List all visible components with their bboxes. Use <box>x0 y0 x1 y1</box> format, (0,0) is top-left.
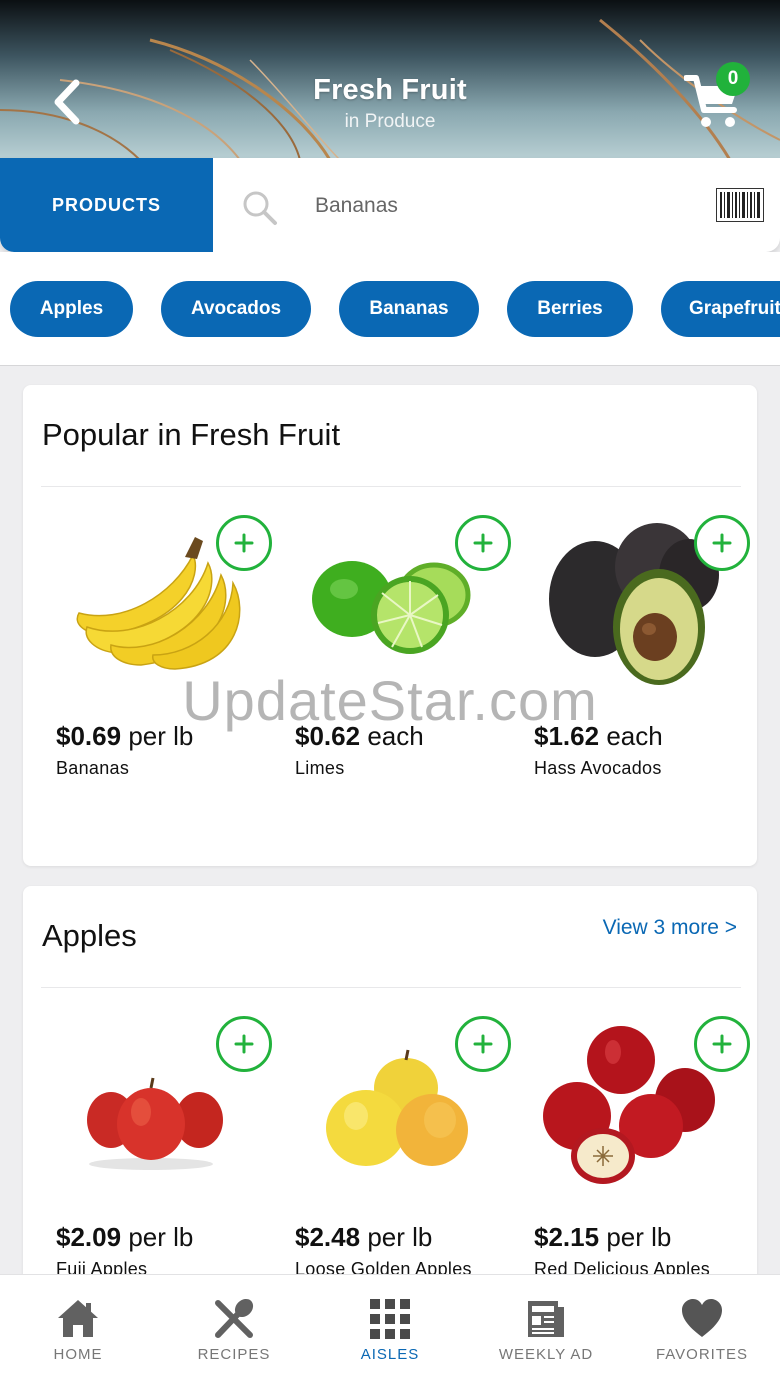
product-tile[interactable]: $2.48 per lb Loose Golden Apples <box>282 1016 511 1286</box>
popular-section-card: Popular in Fresh Fruit $0.69 per lb Bana… <box>23 385 757 866</box>
price-unit: per lb <box>128 721 194 751</box>
add-to-cart-button[interactable] <box>216 1016 272 1072</box>
tab-label: FAVORITES <box>655 1346 749 1363</box>
apples-section-card: Apples View 3 more > $2.09 per lb Fuji A… <box>23 886 757 1306</box>
plus-icon <box>473 1034 493 1054</box>
price-unit: per lb <box>367 1222 433 1252</box>
price-amount: $2.15 <box>534 1222 600 1252</box>
add-to-cart-button[interactable] <box>694 1016 750 1072</box>
add-to-cart-button[interactable] <box>216 515 272 571</box>
search-input[interactable] <box>300 182 680 230</box>
product-tile[interactable]: $2.09 per lb Fuji Apples <box>43 1016 272 1286</box>
chip-bananas[interactable]: Bananas <box>339 281 479 337</box>
tab-favorites[interactable]: FAVORITES <box>624 1275 780 1387</box>
product-tile[interactable]: $1.62 each Hass Avocados <box>521 515 750 785</box>
app-header: Fresh Fruit in Produce 0 <box>0 0 780 160</box>
product-price: $2.15 per lb <box>534 1222 671 1253</box>
cart-count-badge: 0 <box>716 62 750 96</box>
product-price: $0.62 each <box>295 721 424 752</box>
page-title: Fresh Fruit <box>313 74 467 106</box>
grid-icon <box>370 1299 410 1339</box>
product-name: Hass Avocados <box>534 758 662 778</box>
product-price: $2.09 per lb <box>56 1222 193 1253</box>
heart-icon <box>682 1299 722 1337</box>
section-divider <box>41 486 741 487</box>
tab-label: RECIPES <box>197 1346 271 1363</box>
add-to-cart-button[interactable] <box>455 515 511 571</box>
header-title-block: Fresh Fruit in Produce <box>0 74 780 133</box>
tab-aisles[interactable]: AISLES <box>312 1275 468 1387</box>
tab-label: WEEKLY AD <box>498 1346 594 1363</box>
product-price: $2.48 per lb <box>295 1222 432 1253</box>
price-amount: $2.48 <box>295 1222 361 1252</box>
price-unit: each <box>367 721 424 751</box>
barcode-scan-icon[interactable] <box>716 188 764 222</box>
add-to-cart-button[interactable] <box>694 515 750 571</box>
product-name: Bananas <box>56 758 130 778</box>
utensils-icon <box>215 1298 254 1338</box>
product-tile[interactable]: $0.69 per lb Bananas <box>43 515 272 785</box>
product-tile[interactable]: $0.62 each Limes <box>282 515 511 785</box>
tab-home[interactable]: HOME <box>0 1275 156 1387</box>
product-name: Limes <box>295 758 345 778</box>
price-amount: $0.62 <box>295 721 361 751</box>
price-unit: each <box>606 721 663 751</box>
tab-weekly-ad[interactable]: WEEKLY AD <box>468 1275 624 1387</box>
chip-grapefruit[interactable]: Grapefruit <box>661 281 780 337</box>
section-title: Apples <box>42 918 137 953</box>
page-subtitle: in Produce <box>344 111 436 132</box>
plus-icon <box>712 533 732 553</box>
section-divider <box>41 987 741 988</box>
plus-icon <box>234 1034 254 1054</box>
product-tile[interactable]: $2.15 per lb Red Delicious Apples <box>521 1016 750 1286</box>
price-amount: $1.62 <box>534 721 600 751</box>
add-to-cart-button[interactable] <box>455 1016 511 1072</box>
price-amount: $0.69 <box>56 721 122 751</box>
tab-recipes[interactable]: RECIPES <box>156 1275 312 1387</box>
view-more-link[interactable]: View 3 more > <box>603 916 737 940</box>
product-price: $1.62 each <box>534 721 663 752</box>
newspaper-icon <box>528 1301 564 1337</box>
products-tab[interactable]: PRODUCTS <box>0 158 213 252</box>
price-unit: per lb <box>128 1222 194 1252</box>
category-chips: Apples Avocados Bananas Berries Grapefru… <box>0 252 780 366</box>
home-icon <box>58 1300 98 1337</box>
chip-berries[interactable]: Berries <box>507 281 633 337</box>
chip-apples[interactable]: Apples <box>10 281 133 337</box>
plus-icon <box>712 1034 732 1054</box>
plus-icon <box>234 533 254 553</box>
search-icon <box>243 191 277 225</box>
price-amount: $2.09 <box>56 1222 122 1252</box>
section-title: Popular in Fresh Fruit <box>42 417 341 452</box>
search-bar: PRODUCTS <box>0 158 780 252</box>
bottom-tab-bar: HOME RECIPES AISLES WEEKLY AD FAVORITES <box>0 1274 780 1387</box>
chip-avocados[interactable]: Avocados <box>161 281 311 337</box>
tab-label: AISLES <box>360 1346 420 1363</box>
tab-label: HOME <box>53 1346 103 1363</box>
price-unit: per lb <box>606 1222 672 1252</box>
product-price: $0.69 per lb <box>56 721 193 752</box>
plus-icon <box>473 533 493 553</box>
